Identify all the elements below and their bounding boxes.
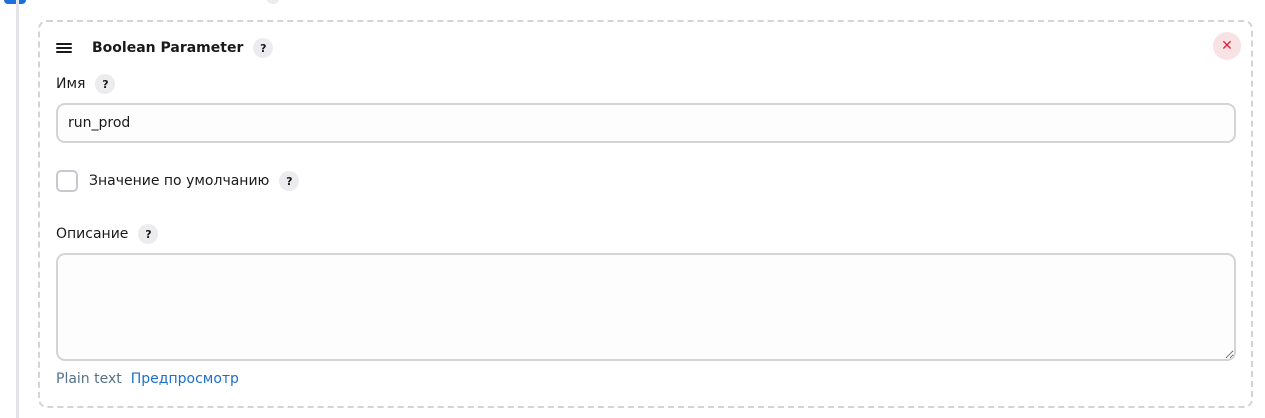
help-icon[interactable]: ? (279, 171, 300, 191)
close-icon[interactable]: ✕ (1213, 32, 1241, 60)
description-label: Описание (56, 226, 129, 242)
page: Boolean Parameter ? ✕ Имя ? Значение по … (0, 0, 1265, 418)
nesting-guide-line (16, 0, 19, 418)
drag-handle-icon[interactable] (56, 36, 74, 60)
parent-checkbox[interactable] (4, 0, 26, 4)
default-value-row: Значение по умолчанию ? (56, 170, 300, 192)
default-value-checkbox[interactable] (56, 170, 78, 192)
help-icon[interactable]: ? (95, 74, 116, 94)
card-title: Boolean Parameter (92, 40, 244, 56)
format-plain-text: Plain text (56, 371, 122, 387)
default-value-label[interactable]: Значение по умолчанию (89, 173, 269, 189)
description-textarea[interactable] (56, 253, 1236, 361)
help-icon[interactable]: ? (138, 224, 159, 244)
name-input[interactable] (56, 103, 1236, 143)
name-label-row: Имя ? (56, 74, 116, 94)
format-row: Plain text Предпросмотр (56, 371, 239, 387)
boolean-parameter-card: Boolean Parameter ? ✕ Имя ? Значение по … (38, 20, 1253, 408)
description-label-row: Описание ? (56, 224, 159, 244)
card-header: Boolean Parameter ? (56, 36, 274, 60)
parent-help-icon[interactable] (266, 0, 280, 4)
name-label: Имя (56, 76, 86, 92)
preview-link[interactable]: Предпросмотр (131, 371, 239, 387)
help-icon[interactable]: ? (253, 38, 274, 58)
